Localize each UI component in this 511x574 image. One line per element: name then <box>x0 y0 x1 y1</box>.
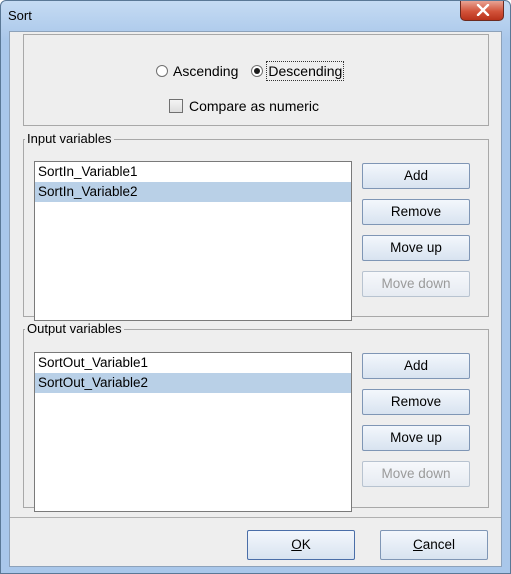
output-move-down-button: Move down <box>362 461 470 487</box>
ok-mnemonic: O <box>291 537 302 552</box>
output-remove-button[interactable]: Remove <box>362 389 470 415</box>
ok-button[interactable]: OK <box>247 530 355 560</box>
output-move-up-button[interactable]: Move up <box>362 425 470 451</box>
cancel-label-rest: ancel <box>422 537 456 552</box>
output-variables-group: Output variables SortOut_Variable1 SortO… <box>23 321 489 512</box>
list-item[interactable]: SortOut_Variable1 <box>35 353 351 373</box>
input-variables-legend: Input variables <box>27 131 112 146</box>
list-item[interactable]: SortOut_Variable2 <box>35 373 351 393</box>
window-title: Sort <box>8 8 32 23</box>
input-variables-group: Input variables SortIn_Variable1 SortIn_… <box>23 131 489 321</box>
cancel-button[interactable]: Cancel <box>380 530 488 560</box>
sort-order-radio-group: Ascending Descending <box>156 61 345 81</box>
input-add-button[interactable]: Add <box>362 163 470 189</box>
input-move-down-button: Move down <box>362 271 470 297</box>
output-add-button[interactable]: Add <box>362 353 470 379</box>
list-item[interactable]: SortIn_Variable2 <box>35 182 351 202</box>
compare-numeric-row: Compare as numeric <box>169 97 319 115</box>
input-move-up-button[interactable]: Move up <box>362 235 470 261</box>
output-variables-legend: Output variables <box>27 321 122 336</box>
compare-numeric-checkbox[interactable] <box>169 99 183 113</box>
dialog-content: Ascending Descending Compare as numeric … <box>9 31 502 567</box>
ok-label-rest: K <box>301 537 311 552</box>
sort-dialog: Sort Ascending Descending Compare as num… <box>0 0 511 574</box>
descending-radio[interactable] <box>251 65 264 77</box>
ascending-radio[interactable] <box>156 65 168 77</box>
close-icon <box>476 4 490 16</box>
output-variables-list[interactable]: SortOut_Variable1 SortOut_Variable2 <box>34 352 352 512</box>
descending-label[interactable]: Descending <box>266 61 345 81</box>
title-bar[interactable]: Sort <box>1 1 510 31</box>
dialog-button-bar: OK Cancel <box>10 517 501 567</box>
input-remove-button[interactable]: Remove <box>362 199 470 225</box>
close-button[interactable] <box>460 1 504 21</box>
compare-numeric-label[interactable]: Compare as numeric <box>189 98 319 114</box>
input-variables-list[interactable]: SortIn_Variable1 SortIn_Variable2 <box>34 161 352 321</box>
list-item[interactable]: SortIn_Variable1 <box>35 162 351 182</box>
sort-options-panel: Ascending Descending Compare as numeric <box>23 34 489 126</box>
ascending-label[interactable]: Ascending <box>173 63 238 79</box>
cancel-mnemonic: C <box>412 537 423 552</box>
